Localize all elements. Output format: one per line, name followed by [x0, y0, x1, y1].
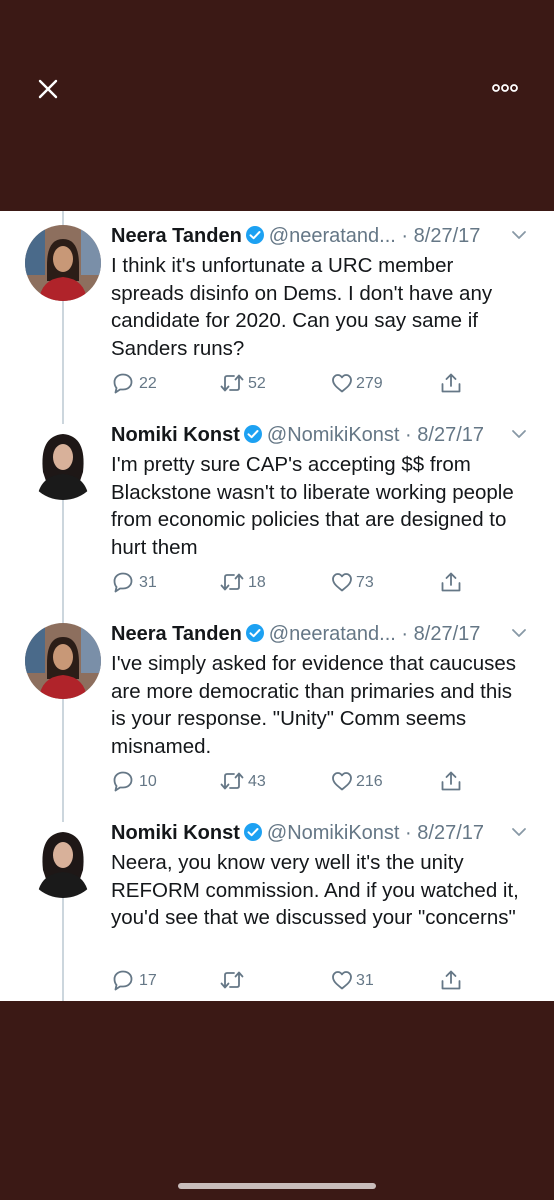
more-options-button[interactable] [490, 78, 520, 98]
author-name[interactable]: Nomiki Konst [111, 822, 240, 844]
more-options-icon [492, 84, 518, 92]
separator: · [401, 225, 409, 247]
heart-icon [332, 772, 352, 791]
close-button[interactable] [36, 77, 60, 101]
retweet-icon [220, 374, 244, 392]
reply-count: 17 [139, 972, 157, 989]
like-count: 31 [356, 972, 374, 989]
verified-badge-icon [243, 823, 262, 841]
share-icon [441, 771, 461, 791]
bottom-bar [0, 1001, 554, 1200]
retweet-icon [220, 772, 244, 790]
share-icon [441, 572, 461, 592]
reply-count: 22 [139, 375, 157, 392]
verified-badge-icon [245, 226, 264, 244]
verified-badge-icon [245, 624, 264, 642]
share-icon [441, 373, 461, 393]
separator: · [405, 822, 412, 844]
reply-button[interactable]: 22 [111, 371, 171, 395]
tweet-date[interactable]: 8/27/17 [417, 424, 484, 446]
top-bar [0, 0, 554, 211]
retweet-count: 18 [248, 574, 266, 591]
tweet-thread-card: Neera Tanden @neeratand... · 8/27/17 I th… [0, 211, 554, 1001]
avatar[interactable] [25, 623, 101, 699]
share-button[interactable] [439, 371, 463, 395]
author-name[interactable]: Nomiki Konst [111, 424, 240, 446]
tweet[interactable]: Nomiki Konst @NomikiKonst · 8/27/17 I'm p… [0, 410, 554, 609]
retweet-count: 52 [248, 375, 266, 392]
avatar[interactable] [25, 225, 101, 301]
share-button[interactable] [439, 769, 463, 793]
tweet-header: Nomiki Konst @NomikiKonst · 8/27/17 [111, 820, 541, 846]
tweet[interactable]: Neera Tanden @neeratand... · 8/27/17 I th… [0, 211, 554, 410]
reply-icon [113, 771, 133, 792]
chevron-down-icon[interactable] [511, 229, 527, 241]
tweet[interactable]: Nomiki Konst @NomikiKonst · 8/27/17 Neera… [0, 808, 554, 1007]
reply-icon [113, 572, 133, 593]
home-indicator[interactable] [178, 1183, 376, 1189]
heart-icon [332, 374, 352, 393]
separator: · [401, 623, 409, 645]
tweet-text: I'm pretty sure CAP's accepting $$ from … [111, 453, 514, 559]
retweet-button[interactable]: 52 [219, 371, 279, 395]
tweet-date[interactable]: 8/27/17 [417, 822, 484, 844]
tweet-text: I think it's unfortunate a URC member sp… [111, 254, 493, 360]
tweet-header: Neera Tanden @neeratand... · 8/27/17 [111, 621, 541, 647]
chevron-down-icon[interactable] [511, 428, 527, 440]
retweet-count: 43 [248, 773, 266, 790]
share-icon [441, 970, 461, 990]
share-button[interactable] [439, 968, 463, 992]
like-button[interactable]: 73 [330, 570, 400, 594]
author-handle[interactable]: @NomikiKonst [267, 424, 400, 446]
like-count: 73 [356, 574, 374, 591]
author-handle[interactable]: @neeratand... [269, 623, 396, 645]
share-button[interactable] [439, 570, 463, 594]
author-handle[interactable]: @NomikiKonst [267, 822, 400, 844]
reply-button[interactable]: 31 [111, 570, 171, 594]
reply-icon [113, 373, 133, 394]
like-button[interactable]: 279 [330, 371, 400, 395]
like-button[interactable]: 31 [330, 968, 400, 992]
like-count: 279 [356, 375, 383, 392]
tweet[interactable]: Neera Tanden @neeratand... · 8/27/17 I've… [0, 609, 554, 808]
retweet-icon [220, 573, 244, 591]
retweet-button[interactable]: 43 [219, 769, 279, 793]
tweet-text: I've simply asked for evidence that cauc… [111, 652, 517, 758]
close-icon [38, 79, 58, 99]
heart-icon [332, 573, 352, 592]
reply-button[interactable]: 17 [111, 968, 171, 992]
author-name[interactable]: Neera Tanden [111, 623, 242, 645]
reply-icon [113, 970, 133, 991]
separator: · [405, 424, 412, 446]
tweet-header: Nomiki Konst @NomikiKonst · 8/27/17 [111, 422, 541, 448]
tweet-text: Neera, you know very well it's the unity… [111, 851, 519, 929]
verified-badge-icon [243, 425, 262, 443]
author-name[interactable]: Neera Tanden [111, 225, 242, 247]
retweet-icon [220, 971, 244, 989]
chevron-down-icon[interactable] [511, 826, 527, 838]
reply-count: 31 [139, 574, 157, 591]
retweet-button[interactable] [219, 968, 279, 992]
retweet-button[interactable]: 18 [219, 570, 279, 594]
heart-icon [332, 971, 352, 990]
tweet-date[interactable]: 8/27/17 [414, 225, 481, 247]
avatar[interactable] [25, 822, 101, 898]
tweet-header: Neera Tanden @neeratand... · 8/27/17 [111, 223, 541, 249]
reply-count: 10 [139, 773, 157, 790]
like-count: 216 [356, 773, 383, 790]
chevron-down-icon[interactable] [511, 627, 527, 639]
like-button[interactable]: 216 [330, 769, 400, 793]
reply-button[interactable]: 10 [111, 769, 171, 793]
avatar[interactable] [25, 424, 101, 500]
tweet-date[interactable]: 8/27/17 [414, 623, 481, 645]
author-handle[interactable]: @neeratand... [269, 225, 396, 247]
